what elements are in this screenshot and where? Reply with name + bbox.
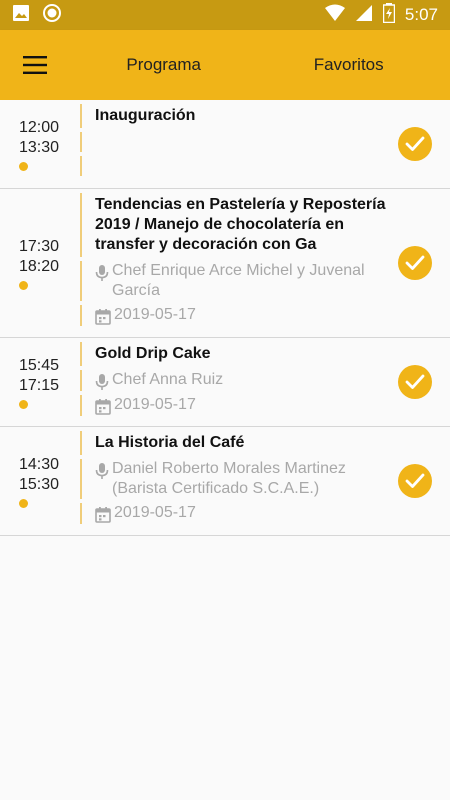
timeline-dot <box>19 498 28 508</box>
session-title: La Historia del Café <box>95 434 245 451</box>
list-item[interactable]: 14:30 15:30 La Historia del Café Daniel … <box>0 427 450 536</box>
wifi-icon <box>324 4 345 27</box>
date-row: 2019-05-17 <box>80 395 388 416</box>
battery-icon <box>382 2 396 28</box>
tab-programa[interactable]: Programa <box>112 47 215 83</box>
speaker-row <box>80 132 388 152</box>
session-speaker: Chef Anna Ruiz <box>112 371 224 388</box>
title-row: Inauguración <box>80 104 388 128</box>
timeline-dot <box>19 280 28 290</box>
time-column: 17:30 18:20 <box>0 189 80 337</box>
clock: 5:07 <box>404 5 438 24</box>
timeline-dot <box>19 161 28 171</box>
app-bar: Programa Favoritos <box>0 30 450 100</box>
start-time: 14:30 <box>19 455 60 473</box>
tab-bar: Programa Favoritos <box>70 47 450 83</box>
list-item[interactable]: 17:30 18:20 Tendencias en Pastelería y R… <box>0 189 450 338</box>
check-icon <box>405 374 425 389</box>
speaker-row: Daniel Roberto Morales Martinez (Barista… <box>80 459 388 499</box>
session-title: Tendencias en Pastelería y Repostería 20… <box>95 196 386 253</box>
signal-icon <box>355 4 373 27</box>
microphone-icon <box>95 463 109 479</box>
session-speaker: Chef Enrique Arce Michel y Juvenal Garcí… <box>112 262 365 299</box>
start-time: 15:45 <box>19 356 60 374</box>
session-title: Gold Drip Cake <box>95 345 211 362</box>
check-icon <box>405 473 425 488</box>
end-time: 15:30 <box>19 475 60 493</box>
title-row: Tendencias en Pastelería y Repostería 20… <box>80 193 388 257</box>
calendar-icon <box>95 309 111 325</box>
circle-icon <box>42 3 62 28</box>
calendar-icon <box>95 399 111 415</box>
start-time: 12:00 <box>19 118 60 136</box>
time-column: 14:30 15:30 <box>0 427 80 535</box>
session-date: 2019-05-17 <box>114 396 196 413</box>
date-row: 2019-05-17 <box>80 503 388 524</box>
favorite-check-button[interactable] <box>398 464 432 498</box>
start-time: 17:30 <box>19 237 60 255</box>
session-date: 2019-05-17 <box>114 306 196 323</box>
time-column: 12:00 13:30 <box>0 100 80 188</box>
session-content: La Historia del Café Daniel Roberto Mora… <box>80 427 450 536</box>
end-time: 13:30 <box>19 138 60 156</box>
status-bar: 5:07 <box>0 0 450 30</box>
session-date: 2019-05-17 <box>114 504 196 521</box>
title-row: Gold Drip Cake <box>80 342 388 366</box>
title-row: La Historia del Café <box>80 431 388 455</box>
session-content: Tendencias en Pastelería y Repostería 20… <box>80 189 450 338</box>
tab-favoritos[interactable]: Favoritos <box>300 47 398 83</box>
check-icon <box>405 255 425 270</box>
session-speaker: Daniel Roberto Morales Martinez (Barista… <box>112 460 346 497</box>
favorite-check-button[interactable] <box>398 365 432 399</box>
check-icon <box>405 136 425 151</box>
session-list: 12:00 13:30 Inauguración 17:30 18:20 Ten… <box>0 100 450 536</box>
time-column: 15:45 17:15 <box>0 338 80 426</box>
speaker-row: Chef Enrique Arce Michel y Juvenal Garcí… <box>80 261 388 301</box>
speaker-row: Chef Anna Ruiz <box>80 370 388 391</box>
microphone-icon <box>95 265 109 281</box>
end-time: 18:20 <box>19 257 60 275</box>
date-row <box>80 156 388 176</box>
end-time: 17:15 <box>19 376 60 394</box>
hamburger-menu-icon[interactable] <box>0 30 70 100</box>
session-content: Inauguración <box>80 100 450 188</box>
favorite-check-button[interactable] <box>398 127 432 161</box>
list-item[interactable]: 15:45 17:15 Gold Drip Cake Chef Anna Rui… <box>0 338 450 427</box>
timeline-dot <box>19 399 28 409</box>
session-title: Inauguración <box>95 107 196 124</box>
image-icon <box>12 4 30 27</box>
microphone-icon <box>95 374 109 390</box>
calendar-icon <box>95 507 111 523</box>
session-content: Gold Drip Cake Chef Anna Ruiz 2019-05-17 <box>80 338 450 428</box>
list-item[interactable]: 12:00 13:30 Inauguración <box>0 100 450 189</box>
favorite-check-button[interactable] <box>398 246 432 280</box>
date-row: 2019-05-17 <box>80 305 388 326</box>
